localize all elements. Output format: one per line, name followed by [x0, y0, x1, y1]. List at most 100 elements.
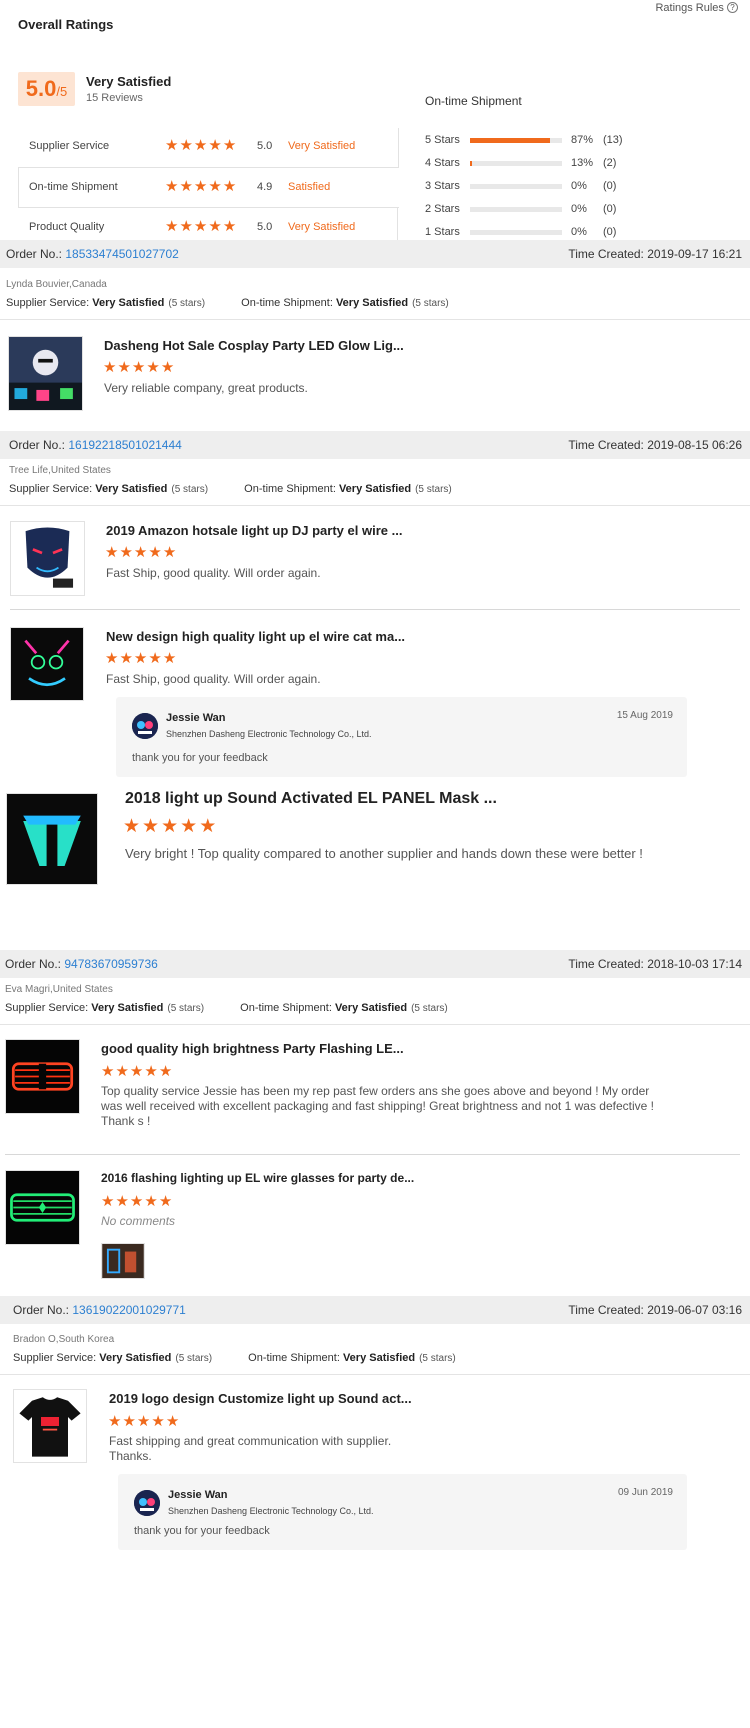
- time-created-label: Time Created:: [568, 1303, 644, 1317]
- product-rating-stars: ★★★★★: [123, 817, 218, 836]
- ontime-shipment-label: On-time Shipment:: [248, 1352, 340, 1364]
- star-icon: ★: [222, 178, 237, 195]
- product-rating-stars: ★★★★★: [101, 1064, 173, 1079]
- ontime-shipment-value: Very Satisfied: [334, 1002, 408, 1014]
- supplier-service-stars: (5 stars): [168, 298, 206, 309]
- product-thumbnail[interactable]: [6, 793, 98, 885]
- star-icon: ★: [148, 544, 162, 561]
- order-number-link[interactable]: 16192218501021444: [68, 438, 181, 452]
- product-thumbnail[interactable]: [10, 521, 85, 596]
- page-title: Overall Ratings: [18, 17, 114, 32]
- star-icon: ★: [165, 1413, 180, 1430]
- category-row-ontime-shipment: On-time Shipment ★★★★★ 4.9 Satisfied: [18, 167, 399, 208]
- distribution-count: (2): [603, 157, 617, 169]
- distribution-label: 5 Stars: [425, 134, 460, 146]
- reply-company: Shenzhen Dasheng Electronic Technology C…: [168, 1506, 374, 1516]
- star-icon: ★: [151, 1413, 165, 1430]
- distribution-count: (0): [603, 180, 617, 192]
- review-photo[interactable]: [101, 1243, 145, 1279]
- order-number-label: Order No.:: [9, 438, 66, 452]
- overall-score: 5.0: [25, 76, 57, 101]
- supplier-service-stars: (5 stars): [175, 1353, 213, 1364]
- order-number-link[interactable]: 94783670959736: [64, 957, 157, 971]
- product-thumbnail[interactable]: [5, 1170, 80, 1245]
- category-stars: ★★★★★: [165, 138, 237, 153]
- overall-score-badge: 5.0/5: [18, 72, 75, 106]
- supplier-service-value: Very Satisfied: [95, 483, 168, 495]
- category-level: Very Satisfied: [288, 221, 356, 233]
- star-icon: ★: [165, 218, 179, 235]
- product-thumbnail[interactable]: [13, 1389, 87, 1463]
- product-name-link[interactable]: Dasheng Hot Sale Cosplay Party LED Glow …: [104, 338, 404, 353]
- supplier-reply: Jessie Wan Shenzhen Dasheng Electronic T…: [116, 697, 687, 777]
- category-score: 4.9: [257, 181, 273, 193]
- ontime-shipment-label: On-time Shipment:: [241, 297, 333, 309]
- distribution-label: 4 Stars: [425, 157, 460, 169]
- star-icon: ★: [179, 178, 193, 195]
- product-name-link[interactable]: good quality high brightness Party Flash…: [101, 1041, 404, 1056]
- category-score: 5.0: [257, 221, 273, 233]
- supplier-avatar: [134, 1490, 160, 1516]
- ratings-rules-link[interactable]: Ratings Rules ?: [655, 2, 738, 14]
- ontime-shipment-label: On-time Shipment:: [244, 483, 336, 495]
- product-name-link[interactable]: New design high quality light up el wire…: [106, 629, 405, 644]
- distribution-pct: 87%: [571, 134, 594, 146]
- time-created: Time Created: 2019-08-15 06:26: [568, 438, 742, 452]
- order-number-wrap: Order No.: 94783670959736: [5, 957, 158, 971]
- order-number-link[interactable]: 13619022001029771: [72, 1303, 185, 1317]
- reply-date: 09 Jun 2019: [617, 1487, 673, 1498]
- star-icon: ★: [101, 1063, 115, 1080]
- star-icon: ★: [119, 650, 133, 667]
- distribution-count: (13): [603, 134, 623, 146]
- product-rating-stars: ★★★★★: [108, 1414, 180, 1429]
- product-name-link[interactable]: 2019 Amazon hotsale light up DJ party el…: [106, 523, 402, 538]
- category-level: Very Satisfied: [288, 140, 356, 152]
- product-thumbnail[interactable]: [10, 627, 84, 701]
- time-created: Time Created: 2019-06-07 03:16: [568, 1303, 742, 1317]
- review-comment: Fast Ship, good quality. Will order agai…: [106, 672, 321, 686]
- star-icon: ★: [160, 359, 175, 376]
- buyer-name: Tree Life,United States: [9, 465, 111, 476]
- category-stars: ★★★★★: [165, 219, 237, 234]
- service-ratings-line: Supplier Service: Very Satisfied (5 stars…: [9, 483, 452, 495]
- star-icon: ★: [158, 1193, 173, 1210]
- time-created-value: 2019-08-15 06:26: [647, 438, 742, 452]
- product-name-link[interactable]: 2019 logo design Customize light up Soun…: [109, 1391, 412, 1406]
- product-thumbnail[interactable]: [5, 1039, 80, 1114]
- product-thumbnail[interactable]: [8, 336, 83, 411]
- star-icon: ★: [208, 218, 222, 235]
- help-circle-icon: ?: [727, 2, 738, 13]
- category-label: Supplier Service: [29, 140, 110, 152]
- product-rating-stars: ★★★★★: [105, 545, 177, 560]
- star-icon: ★: [222, 137, 237, 154]
- star-icon: ★: [115, 1193, 129, 1210]
- reply-company: Shenzhen Dasheng Electronic Technology C…: [166, 729, 372, 739]
- order-number-link[interactable]: 18533474501027702: [65, 247, 178, 261]
- reply-author: Jessie Wan: [168, 1489, 228, 1501]
- ontime-shipment-value: Very Satisfied: [342, 1352, 416, 1364]
- star-icon: ★: [193, 137, 208, 154]
- review-comment: No comments: [101, 1214, 176, 1228]
- star-icon: ★: [222, 218, 237, 235]
- distribution-bar-track: [470, 184, 562, 189]
- distribution-label: 2 Stars: [425, 203, 460, 215]
- buyer-name: Lynda Bouvier,Canada: [6, 279, 107, 290]
- product-name-link[interactable]: 2016 flashing lighting up EL wire glasse…: [101, 1171, 414, 1185]
- supplier-service-label: Supplier Service:: [13, 1352, 97, 1364]
- star-icon: ★: [179, 218, 193, 235]
- score-suffix: /5: [56, 84, 68, 99]
- reply-text: thank you for your feedback: [134, 1525, 270, 1537]
- star-icon: ★: [117, 359, 131, 376]
- time-created: Time Created: 2018-10-03 17:14: [568, 957, 742, 971]
- supplier-reply: Jessie Wan Shenzhen Dasheng Electronic T…: [118, 1474, 687, 1550]
- review-count: 15 Reviews: [86, 92, 143, 104]
- star-icon: ★: [144, 1063, 158, 1080]
- ontime-shipment-label: On-time Shipment:: [240, 1002, 332, 1014]
- distribution-pct: 0%: [571, 203, 587, 215]
- product-name-link[interactable]: 2018 light up Sound Activated EL PANEL M…: [125, 790, 497, 808]
- distribution-bar-track: [470, 138, 562, 143]
- star-icon: ★: [165, 178, 179, 195]
- ontime-shipment-value: Very Satisfied: [338, 483, 412, 495]
- divider: [0, 1374, 750, 1375]
- product-rating-stars: ★★★★★: [105, 651, 177, 666]
